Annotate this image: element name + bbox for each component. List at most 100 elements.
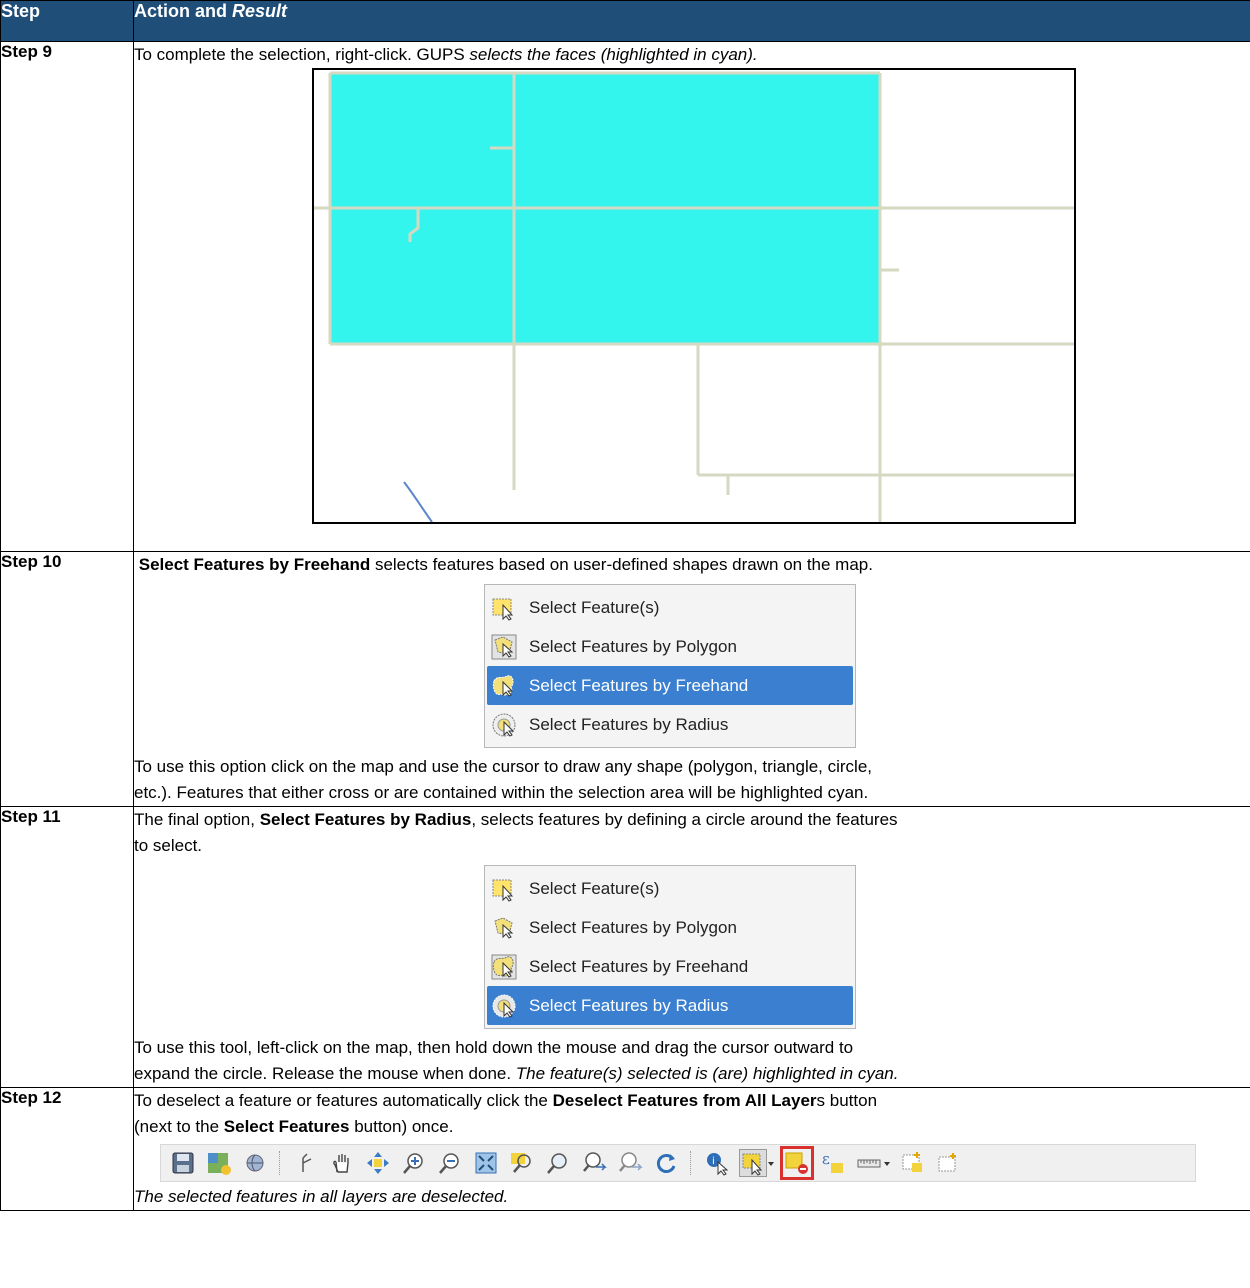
step11-after-italic: The feature(s) selected is (are) highlig… bbox=[515, 1064, 899, 1083]
map-screenshot bbox=[312, 68, 1076, 524]
chevron-down-icon[interactable] bbox=[767, 1150, 775, 1176]
step10-after-line2: etc.). Features that either cross or are… bbox=[134, 783, 869, 802]
step9-action: To complete the selection, right-click. … bbox=[133, 41, 1250, 552]
menu-item-select-freehand[interactable]: Select Features by Freehand bbox=[487, 947, 853, 986]
menu-item-label: Select Features by Polygon bbox=[529, 917, 737, 937]
step12-l1-plain: To deselect a feature or features automa… bbox=[134, 1091, 553, 1110]
table-header-row: Step Action and Result bbox=[0, 0, 1250, 42]
measure-icon[interactable] bbox=[856, 1150, 882, 1176]
steps-table: Step Action and Result Step 9 To complet… bbox=[0, 0, 1250, 1211]
step11-intro-rest: , selects features by defining a circle … bbox=[471, 810, 898, 829]
zoom-in-icon[interactable] bbox=[401, 1150, 427, 1176]
step10-text-plain: selects features based on user-defined s… bbox=[370, 555, 873, 574]
select-polygon-icon bbox=[491, 634, 517, 659]
menu-item-label: Select Features by Radius bbox=[529, 714, 729, 734]
table-row-step9: Step 9 To complete the selection, right-… bbox=[0, 41, 1250, 552]
zoom-out-icon[interactable] bbox=[437, 1150, 463, 1176]
menu-item-select-freehand[interactable]: Select Features by Freehand bbox=[487, 666, 853, 705]
menu-item-select-radius[interactable]: Select Features by Radius bbox=[487, 986, 853, 1025]
menu-item-label: Select Features by Freehand bbox=[529, 956, 749, 976]
menu-item-select-feature[interactable]: Select Feature(s) bbox=[487, 869, 853, 908]
step11-intro-line2: to select. bbox=[134, 836, 203, 855]
step12-line2: (next to the Select Features button) onc… bbox=[134, 1114, 1250, 1140]
new-map-icon[interactable] bbox=[206, 1150, 232, 1176]
table-row-step12: Step 12 To deselect a feature or feature… bbox=[0, 1087, 1250, 1211]
select-by-expression-icon[interactable]: ε bbox=[820, 1150, 846, 1176]
step12-l2-rest: button) once. bbox=[349, 1117, 454, 1136]
pan-to-selection-icon[interactable] bbox=[365, 1150, 391, 1176]
svg-text:i: i bbox=[712, 1156, 715, 1167]
step10-bold: Select Features by Freehand bbox=[138, 555, 371, 574]
zoom-to-selection-icon[interactable] bbox=[509, 1150, 535, 1176]
select-freehand-icon bbox=[491, 954, 517, 979]
new-bookmark-icon[interactable] bbox=[900, 1150, 926, 1176]
header-action: Action and Result bbox=[133, 0, 1250, 42]
toolbar-separator bbox=[279, 1151, 282, 1175]
step9-text-italic: selects the faces (highlighted in cyan). bbox=[469, 45, 758, 64]
select-tools-menu-freehand: Select Feature(s) Select Features by Pol… bbox=[484, 584, 856, 748]
header-result-label: Result bbox=[232, 1, 288, 21]
menu-item-label: Select Features by Freehand bbox=[529, 675, 749, 695]
map-canvas bbox=[314, 70, 1074, 522]
step-label: Step 11 bbox=[0, 806, 134, 1088]
svg-text:ε: ε bbox=[822, 1150, 830, 1168]
select-feature-icon bbox=[492, 598, 514, 621]
step11-intro-plain: The final option, bbox=[134, 810, 260, 829]
refresh-icon[interactable] bbox=[653, 1150, 679, 1176]
menu-item-label: Select Features by Radius bbox=[529, 995, 729, 1015]
show-bookmarks-icon[interactable] bbox=[936, 1150, 962, 1176]
step12-line1: To deselect a feature or features automa… bbox=[134, 1088, 1250, 1114]
table-row-step10: Step 10 Select Features by Freehand sele… bbox=[0, 551, 1250, 807]
header-action-label: Action and bbox=[134, 1, 232, 21]
step11-intro-bold: Select Features by Radius bbox=[259, 810, 472, 829]
step-label: Step 12 bbox=[0, 1087, 134, 1211]
menu-item-label: Select Features by Polygon bbox=[529, 636, 737, 656]
zoom-to-layer-icon[interactable] bbox=[545, 1150, 571, 1176]
menu-item-label: Select Feature(s) bbox=[529, 597, 660, 617]
step11-after-line2: expand the circle. Release the mouse whe… bbox=[134, 1061, 1250, 1087]
touch-icon[interactable] bbox=[293, 1150, 319, 1176]
step11-action: The final option, Select Features by Rad… bbox=[133, 806, 1250, 1088]
header-step: Step bbox=[0, 0, 134, 42]
select-tools-menu-radius: Select Feature(s) Select Features by Pol… bbox=[484, 865, 856, 1029]
step12-result-italic: The selected features in all layers are … bbox=[134, 1187, 509, 1206]
step9-text-plain: To complete the selection, right-click. … bbox=[134, 45, 470, 64]
globe-icon[interactable] bbox=[242, 1150, 268, 1176]
select-radius-icon bbox=[492, 713, 516, 737]
step12-l2-plain: (next to the bbox=[134, 1117, 224, 1136]
step9-text: To complete the selection, right-click. … bbox=[134, 42, 1250, 68]
select-feature-icon bbox=[492, 879, 514, 902]
menu-item-select-polygon[interactable]: Select Features by Polygon bbox=[487, 627, 853, 666]
select-radius-icon bbox=[492, 994, 516, 1018]
step12-l1-rest: s button bbox=[816, 1091, 878, 1110]
zoom-full-icon[interactable] bbox=[473, 1150, 499, 1176]
map-toolbar: i ε bbox=[160, 1144, 1196, 1182]
step11-after-plain: expand the circle. Release the mouse whe… bbox=[134, 1064, 516, 1083]
step12-action: To deselect a feature or features automa… bbox=[133, 1087, 1250, 1211]
chevron-down-icon[interactable] bbox=[883, 1150, 891, 1176]
step-label: Step 10 bbox=[0, 551, 134, 807]
pan-hand-icon[interactable] bbox=[329, 1150, 355, 1176]
toolbar-separator bbox=[690, 1151, 693, 1175]
step12-result: The selected features in all layers are … bbox=[134, 1184, 1250, 1210]
menu-item-label: Select Feature(s) bbox=[529, 878, 660, 898]
table-row-step11: Step 11 The final option, Select Feature… bbox=[0, 806, 1250, 1088]
deselect-all-icon[interactable] bbox=[780, 1146, 814, 1180]
step10-action: Select Features by Freehand selects feat… bbox=[133, 551, 1250, 807]
select-freehand-icon bbox=[492, 674, 514, 697]
zoom-next-icon[interactable] bbox=[617, 1150, 643, 1176]
step11-after-line1: To use this tool, left-click on the map,… bbox=[134, 1038, 854, 1057]
step12-l1-bold: Deselect Features from All Layer bbox=[552, 1091, 817, 1110]
zoom-last-icon[interactable] bbox=[581, 1150, 607, 1176]
step10-text: Select Features by Freehand selects feat… bbox=[134, 552, 1250, 578]
menu-item-select-polygon[interactable]: Select Features by Polygon bbox=[487, 908, 853, 947]
select-polygon-icon bbox=[494, 916, 514, 939]
step10-after-line1: To use this option click on the map and … bbox=[134, 757, 873, 776]
select-features-icon[interactable] bbox=[739, 1149, 767, 1177]
identify-icon[interactable]: i bbox=[704, 1150, 730, 1176]
menu-item-select-feature[interactable]: Select Feature(s) bbox=[487, 588, 853, 627]
step12-l2-bold: Select Features bbox=[223, 1117, 350, 1136]
step11-intro-line1: The final option, Select Features by Rad… bbox=[134, 807, 1250, 833]
save-icon[interactable] bbox=[170, 1150, 196, 1176]
menu-item-select-radius[interactable]: Select Features by Radius bbox=[487, 705, 853, 744]
